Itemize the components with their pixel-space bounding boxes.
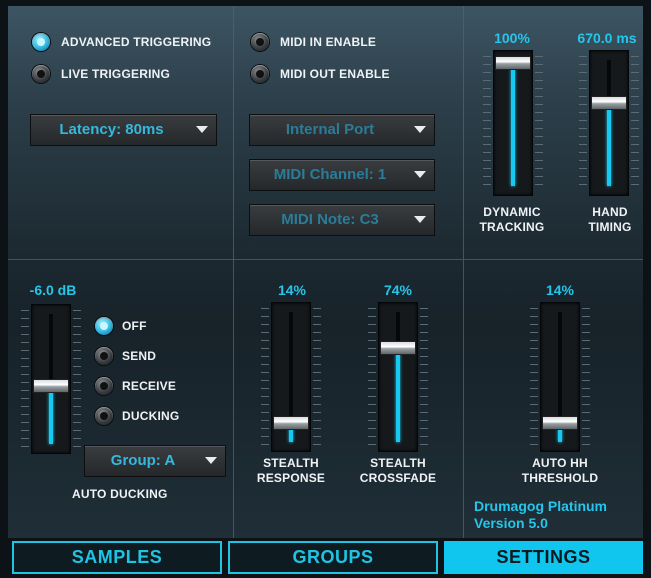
fader-knob[interactable]	[495, 56, 531, 70]
chevron-down-icon	[205, 457, 217, 464]
fader-level-fill	[607, 108, 611, 186]
advanced-triggering-label: ADVANCED TRIGGERING	[61, 35, 212, 49]
group-dropdown[interactable]: Group: A	[84, 445, 226, 477]
midi-in-enable-radio[interactable]	[251, 33, 269, 51]
auto-ducking-label: AUTO DUCKING	[72, 487, 168, 501]
midi-out-enable-radio[interactable]	[251, 65, 269, 83]
fader-level-fill	[396, 352, 400, 442]
latency-value: Latency: 80ms	[59, 121, 164, 138]
fader-scale-ticks	[313, 308, 321, 446]
fader-scale-ticks	[631, 56, 639, 190]
hand-timing-label-line1: HAND	[592, 205, 628, 219]
auto-hh-threshold-label-line2: THRESHOLD	[521, 471, 599, 485]
fader-scale-ticks	[368, 308, 376, 446]
column-divider-1	[233, 6, 234, 538]
chevron-down-icon	[414, 126, 426, 133]
fader-knob[interactable]	[380, 340, 416, 355]
dynamic-tracking-value: 100%	[494, 30, 530, 46]
ducking-receive-label: RECEIVE	[122, 379, 177, 393]
midi-port-dropdown[interactable]: Internal Port	[249, 114, 435, 146]
fader-scale-ticks	[73, 310, 81, 448]
chevron-down-icon	[414, 171, 426, 178]
row-divider-left	[8, 259, 234, 260]
column-divider-2	[463, 6, 464, 538]
row-divider-middle	[234, 259, 463, 260]
hand-timing-value: 670.0 ms	[577, 30, 637, 46]
ducking-receive-radio[interactable]	[95, 377, 113, 395]
dynamic-tracking-label-line1: DYNAMIC	[483, 205, 541, 219]
fader-scale-ticks	[582, 308, 590, 446]
stealth-response-label-line2: RESPONSE	[256, 471, 326, 485]
ducking-off-label: OFF	[122, 319, 147, 333]
fader-level-fill	[511, 68, 515, 186]
midi-port-value: Internal Port	[285, 121, 375, 138]
ducking-off-radio[interactable]	[95, 317, 113, 335]
ducking-send-radio[interactable]	[95, 347, 113, 365]
tab-groups[interactable]: GROUPS	[228, 541, 438, 574]
tab-samples[interactable]: SAMPLES	[12, 541, 222, 574]
group-value: Group: A	[110, 452, 176, 469]
midi-note-value: MIDI Note: C3	[281, 211, 379, 228]
tab-settings[interactable]: SETTINGS	[444, 541, 643, 574]
drumagog-settings-window: ADVANCED TRIGGERING LIVE TRIGGERING Late…	[0, 0, 651, 578]
hand-timing-label: HAND TIMING	[574, 205, 643, 235]
fader-knob[interactable]	[33, 379, 69, 394]
dynamic-tracking-label-line2: TRACKING	[479, 220, 545, 234]
product-name: Drumagog Platinum	[474, 498, 608, 514]
midi-channel-value: MIDI Channel: 1	[273, 166, 387, 183]
fader-knob[interactable]	[591, 96, 627, 111]
auto-ducking-slider[interactable]	[21, 304, 81, 454]
dynamic-tracking-slider[interactable]	[483, 50, 543, 196]
ducking-ducking-label: DUCKING	[122, 409, 180, 423]
stealth-crossfade-label: STEALTH CROSSFADE	[353, 456, 443, 486]
midi-out-enable-label: MIDI OUT ENABLE	[280, 67, 390, 81]
ducking-ducking-radio[interactable]	[95, 407, 113, 425]
auto-hh-threshold-value: 14%	[545, 282, 575, 298]
stealth-response-value: 14%	[277, 282, 307, 298]
chevron-down-icon	[196, 126, 208, 133]
fader-scale-ticks	[420, 308, 428, 446]
bottom-tab-bar: SAMPLES GROUPS SETTINGS	[8, 541, 643, 574]
dynamic-tracking-label: DYNAMIC TRACKING	[474, 205, 550, 235]
fader-level-fill	[289, 428, 293, 442]
live-triggering-radio[interactable]	[32, 65, 50, 83]
stealth-response-slider[interactable]	[261, 302, 321, 452]
version-number: Version 5.0	[474, 515, 548, 531]
advanced-triggering-radio[interactable]	[32, 33, 50, 51]
stealth-crossfade-slider[interactable]	[368, 302, 428, 452]
fader-scale-ticks	[530, 308, 538, 446]
latency-dropdown[interactable]: Latency: 80ms	[30, 114, 217, 146]
row-divider-right	[464, 259, 643, 260]
fader-level-fill	[558, 428, 562, 442]
midi-note-dropdown[interactable]: MIDI Note: C3	[249, 204, 435, 236]
auto-hh-threshold-label: AUTO HH THRESHOLD	[513, 456, 607, 486]
chevron-down-icon	[414, 216, 426, 223]
fader-scale-ticks	[483, 56, 491, 190]
fader-scale-ticks	[261, 308, 269, 446]
version-info: Drumagog Platinum Version 5.0	[474, 498, 607, 532]
stealth-crossfade-value: 74%	[383, 282, 413, 298]
midi-channel-dropdown[interactable]: MIDI Channel: 1	[249, 159, 435, 191]
stealth-crossfade-label-line2: CROSSFADE	[359, 471, 437, 485]
auto-hh-threshold-slider[interactable]	[530, 302, 590, 452]
fader-knob[interactable]	[542, 416, 578, 431]
fader-scale-ticks	[579, 56, 587, 190]
settings-panel: ADVANCED TRIGGERING LIVE TRIGGERING Late…	[8, 6, 643, 538]
auto-hh-threshold-label-line1: AUTO HH	[532, 456, 588, 470]
hand-timing-label-line2: TIMING	[588, 220, 632, 234]
fader-level-fill	[49, 391, 53, 444]
stealth-crossfade-label-line1: STEALTH	[370, 456, 426, 470]
fader-knob[interactable]	[273, 416, 309, 431]
live-triggering-label: LIVE TRIGGERING	[61, 67, 171, 81]
fader-scale-ticks	[535, 56, 543, 190]
auto-ducking-value: -6.0 dB	[29, 282, 77, 298]
ducking-send-label: SEND	[122, 349, 157, 363]
stealth-response-label: STEALTH RESPONSE	[251, 456, 331, 486]
stealth-response-label-line1: STEALTH	[263, 456, 319, 470]
hand-timing-slider[interactable]	[579, 50, 639, 196]
fader-scale-ticks	[21, 310, 29, 448]
midi-in-enable-label: MIDI IN ENABLE	[280, 35, 377, 49]
